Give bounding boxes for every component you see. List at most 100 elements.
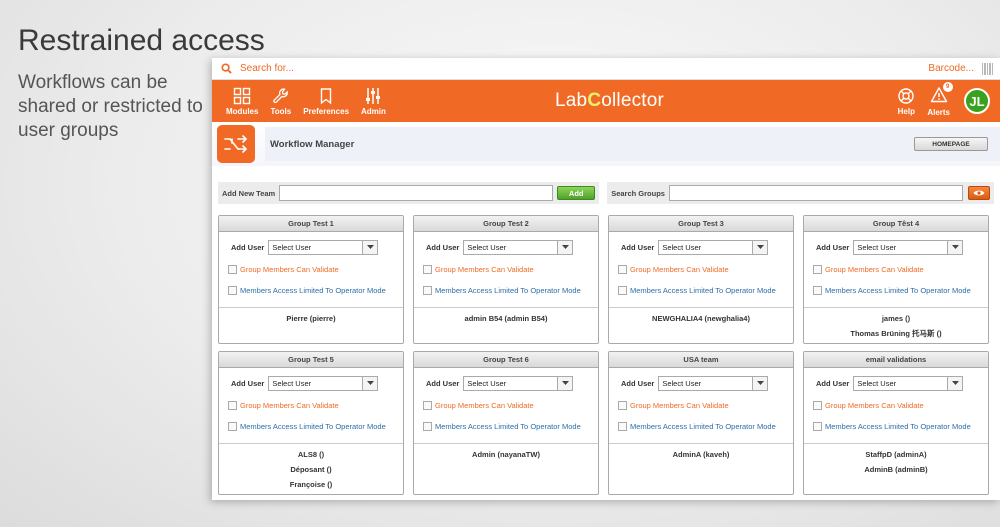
group-member: james () [881, 314, 911, 323]
group-card: Group Test 3 Add User Select User Group … [608, 215, 794, 344]
validate-checkbox[interactable] [618, 401, 627, 410]
groups-toolbar: Add New Team Add Search Groups [218, 182, 994, 204]
app-window: Barcode... Modules Tools Preferences Adm… [212, 58, 1000, 500]
chevron-down-icon [947, 241, 963, 254]
groups-grid: Group Test 1 Add User Select User Group … [218, 215, 994, 500]
group-members-list: AdminA (kaveh) [609, 443, 793, 464]
validate-checkbox[interactable] [813, 265, 822, 274]
group-card: email validations Add User Select User G… [803, 351, 989, 495]
page-header: Workflow Manager HOMEPAGE [212, 122, 1000, 166]
logo-suffix: ollector [601, 90, 665, 111]
promo-title: Restrained access [18, 24, 265, 57]
group-name: Group Têst 4 [804, 216, 988, 232]
nav-preferences[interactable]: Preferences [297, 80, 355, 122]
validate-label: Group Members Can Validate [630, 401, 729, 410]
validate-checkbox[interactable] [423, 401, 432, 410]
select-user-dropdown[interactable]: Select User [658, 376, 769, 391]
select-user-value: Select User [662, 379, 702, 388]
search-groups-group: Search Groups [607, 182, 994, 204]
workflow-icon [217, 125, 255, 163]
add-user-label: Add User [816, 243, 850, 252]
operator-mode-checkbox[interactable] [618, 286, 627, 295]
user-avatar[interactable]: JL [964, 88, 990, 114]
operator-mode-label: Members Access Limited To Operator Mode [435, 286, 581, 295]
chevron-down-icon [362, 241, 378, 254]
add-user-label: Add User [621, 379, 655, 388]
alert-icon-wrap: 9 [930, 81, 953, 108]
operator-mode-checkbox[interactable] [423, 286, 432, 295]
validate-label: Group Members Can Validate [240, 401, 339, 410]
nav-modules[interactable]: Modules [220, 80, 264, 122]
validate-checkbox[interactable] [228, 401, 237, 410]
group-name: USA team [609, 352, 793, 368]
select-user-dropdown[interactable]: Select User [658, 240, 769, 255]
nav-help[interactable]: Help [891, 80, 921, 122]
add-team-input[interactable] [279, 185, 554, 201]
group-member: AdminB (adminB) [864, 465, 928, 474]
search-icon[interactable] [212, 63, 240, 74]
validate-checkbox[interactable] [813, 401, 822, 410]
select-user-dropdown[interactable]: Select User [268, 240, 379, 255]
select-user-value: Select User [662, 243, 702, 252]
sliders-icon [366, 87, 381, 104]
labcollector-logo[interactable]: LabCollector [555, 90, 664, 112]
group-card: Group Test 2 Add User Select User Group … [413, 215, 599, 344]
operator-mode-checkbox[interactable] [228, 422, 237, 431]
nav-alerts-label: Alerts [927, 107, 950, 117]
operator-mode-checkbox[interactable] [813, 422, 822, 431]
modules-icon [234, 87, 251, 104]
group-members-list: admin B54 (admin B54) [414, 307, 598, 328]
add-user-label: Add User [231, 243, 265, 252]
nav-admin[interactable]: Admin [355, 80, 392, 122]
search-groups-button[interactable] [967, 186, 990, 200]
add-user-label: Add User [231, 379, 265, 388]
logo-accent: C [587, 90, 602, 111]
operator-mode-checkbox[interactable] [813, 286, 822, 295]
add-user-label: Add User [621, 243, 655, 252]
select-user-value: Select User [857, 243, 897, 252]
homepage-button[interactable]: HOMEPAGE [914, 137, 988, 151]
validate-label: Group Members Can Validate [630, 265, 729, 274]
group-name: Group Test 3 [609, 216, 793, 232]
nav-alerts[interactable]: 9 Alerts [921, 80, 956, 122]
group-name: Group Test 6 [414, 352, 598, 368]
search-input[interactable] [240, 63, 929, 74]
search-groups-label: Search Groups [611, 188, 665, 198]
group-card: Group Test 5 Add User Select User Group … [218, 351, 404, 495]
promo-subtitle: Workflows can be shared or restricted to… [18, 72, 203, 141]
chevron-down-icon [557, 241, 573, 254]
barcode-search[interactable]: Barcode... [928, 63, 974, 74]
logo-prefix: Lab [555, 90, 588, 111]
nav-tools[interactable]: Tools [264, 80, 297, 122]
operator-mode-checkbox[interactable] [228, 286, 237, 295]
search-groups-input[interactable] [668, 185, 963, 201]
select-user-dropdown[interactable]: Select User [463, 240, 574, 255]
group-member: admin B54 (admin B54) [464, 314, 548, 323]
operator-mode-checkbox[interactable] [423, 422, 432, 431]
bookmark-icon [320, 87, 332, 104]
group-members-list: Admin (nayanaTW) [414, 443, 598, 464]
group-member: ALS8 () [297, 450, 325, 459]
validate-label: Group Members Can Validate [435, 401, 534, 410]
wrench-icon [273, 87, 288, 103]
operator-mode-label: Members Access Limited To Operator Mode [630, 422, 776, 431]
chevron-down-icon [362, 377, 378, 390]
group-name: Group Test 5 [219, 352, 403, 368]
eye-icon [973, 190, 985, 196]
group-name: email validations [804, 352, 988, 368]
select-user-dropdown[interactable]: Select User [463, 376, 574, 391]
operator-mode-checkbox[interactable] [618, 422, 627, 431]
barcode-icon[interactable] [982, 62, 994, 75]
select-user-value: Select User [467, 379, 507, 388]
select-user-dropdown[interactable]: Select User [853, 240, 964, 255]
add-team-button[interactable]: Add [557, 186, 596, 200]
nav-admin-label: Admin [361, 106, 386, 116]
group-members-list: NEWGHALIA4 (newghalia4) [609, 307, 793, 328]
validate-checkbox[interactable] [618, 265, 627, 274]
add-team-group: Add New Team Add [218, 182, 600, 204]
validate-checkbox[interactable] [228, 265, 237, 274]
validate-checkbox[interactable] [423, 265, 432, 274]
select-user-dropdown[interactable]: Select User [268, 376, 379, 391]
page-title: Workflow Manager [270, 138, 355, 150]
select-user-dropdown[interactable]: Select User [853, 376, 964, 391]
